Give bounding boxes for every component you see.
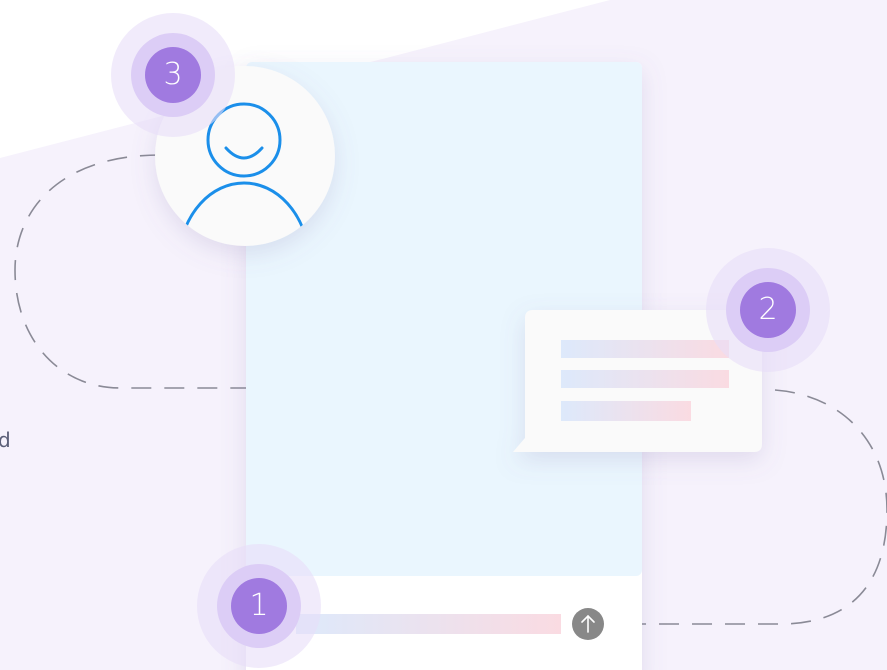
cropped-text-fragment: d bbox=[0, 428, 11, 452]
message-input-bar[interactable] bbox=[296, 614, 561, 634]
chat-line bbox=[561, 340, 729, 358]
step-number-2: 2 bbox=[758, 292, 778, 327]
chat-line bbox=[561, 401, 691, 421]
step-number-3: 3 bbox=[163, 57, 183, 92]
step-number-1: 1 bbox=[249, 588, 269, 623]
send-button[interactable] bbox=[572, 608, 604, 640]
chat-line bbox=[561, 370, 729, 388]
